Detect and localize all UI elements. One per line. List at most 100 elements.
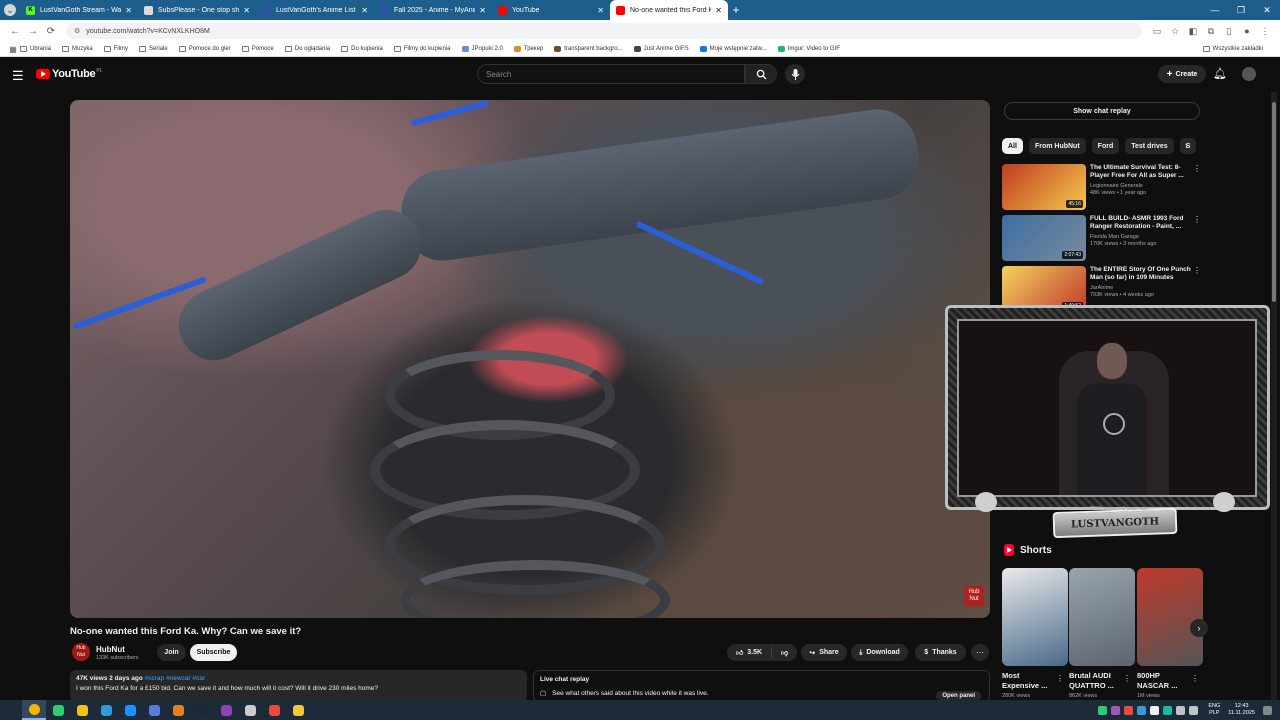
browser-tab[interactable]: No-one wanted this Ford K ✕ (610, 0, 728, 20)
volume-icon[interactable] (1189, 705, 1199, 715)
create-button[interactable]: + Create (1158, 65, 1206, 83)
more-vertical-icon[interactable]: ⋮ (1192, 215, 1202, 261)
chrome-menu-icon[interactable]: ⋮ (1256, 26, 1274, 37)
forward-button[interactable]: → (24, 26, 42, 37)
bookmark-item[interactable]: transparent backgro... (554, 46, 623, 52)
join-button[interactable]: Join (157, 644, 186, 661)
bookmark-item[interactable]: Filmy (103, 46, 128, 52)
filter-chip[interactable]: All (1002, 138, 1023, 154)
video-player[interactable]: Hub Nut (70, 100, 990, 618)
notifications-bell-icon[interactable]: 🔔︎ (1213, 67, 1227, 80)
more-vertical-icon[interactable]: ⋮ (1056, 674, 1064, 683)
profile-avatar[interactable]: ● (1238, 26, 1256, 36)
show-chat-replay-button[interactable]: Show chat replay (1004, 102, 1200, 120)
taskbar-app-app-purple[interactable] (214, 700, 238, 720)
taskbar-app-app-steam[interactable] (190, 700, 214, 720)
tab-close-icon[interactable]: ✕ (597, 6, 604, 15)
bookmark-item[interactable]: Imgur: Video to GIF (777, 46, 840, 52)
video-title[interactable]: The ENTIRE Story Of One Punch Man (so fa… (1090, 266, 1192, 282)
taskbar-app-chrome[interactable] (22, 700, 46, 720)
taskbar-app-app-cyan[interactable] (118, 700, 142, 720)
filter-chip[interactable]: S (1179, 138, 1197, 154)
bookmark-item[interactable]: Do oglądania (284, 46, 330, 52)
bookmark-item[interactable]: Do kupienia (341, 46, 383, 52)
bookmark-item[interactable]: Ubrania (20, 46, 51, 52)
tray-app-icon[interactable] (1111, 705, 1121, 715)
back-button[interactable]: ← (6, 26, 24, 37)
video-thumbnail[interactable]: 2:07:43 (1002, 215, 1086, 261)
bookmark-item[interactable]: Трекер (513, 46, 543, 52)
description-box[interactable]: 47K views 2 days ago #scrap #newcar #car… (70, 670, 527, 702)
apps-grid-icon[interactable]: ▦ (6, 45, 20, 54)
voice-search-button[interactable] (785, 64, 805, 84)
bookmark-item[interactable]: Just Anime GIFS (633, 46, 689, 52)
tab-close-icon[interactable]: ✕ (361, 6, 368, 15)
youtube-logo[interactable]: YouTube PL (36, 68, 102, 80)
bookmark-item[interactable]: Seriale (139, 46, 168, 52)
hashtags[interactable]: #scrap #newcar #car (145, 675, 205, 682)
tab-close-icon[interactable]: ✕ (243, 6, 250, 15)
bookmark-item[interactable]: Pomoce do gier (178, 46, 231, 52)
bookmark-item[interactable]: JPopuki 2.0 (461, 46, 503, 52)
subscribe-button[interactable]: Subscribe (190, 644, 237, 661)
bookmark-item[interactable]: Moje wstępnie zatw... (699, 46, 767, 52)
short-thumbnail[interactable] (1137, 568, 1203, 666)
short-thumbnail[interactable] (1002, 568, 1068, 666)
taskbar-app-app-red[interactable] (262, 700, 286, 720)
page-scrollbar[interactable] (1271, 92, 1277, 700)
more-vertical-icon[interactable]: ⋮ (1191, 674, 1199, 683)
cast-icon[interactable]: ▭ (1148, 26, 1166, 37)
extensions-puzzle-icon[interactable]: ⧉ (1202, 26, 1220, 37)
tray-app-icon[interactable] (1098, 705, 1108, 715)
short-title[interactable]: 800HP NASCAR ... (1137, 671, 1189, 691)
taskbar-app-app-globe[interactable] (142, 700, 166, 720)
video-title[interactable]: FULL BUILD- ASMR 1993 Ford Ranger Restor… (1090, 215, 1192, 231)
channel-name[interactable]: HubNut (96, 645, 125, 654)
taskbar-app-app-orange[interactable] (166, 700, 190, 720)
language-indicator[interactable]: ENG PLP (1208, 703, 1220, 717)
tab-close-icon[interactable]: ✕ (479, 6, 486, 15)
hamburger-menu-icon[interactable]: ☰ (12, 68, 24, 84)
tab-close-icon[interactable]: ✕ (715, 6, 722, 15)
more-vertical-icon[interactable]: ⋮ (1123, 674, 1131, 683)
short-thumbnail[interactable] (1069, 568, 1135, 666)
search-button[interactable] (745, 64, 777, 84)
wifi-icon[interactable] (1176, 705, 1186, 715)
filter-chip[interactable]: Test drives (1125, 138, 1174, 154)
tray-app-icon[interactable] (1163, 705, 1173, 715)
taskbar-app-app-grey[interactable] (238, 700, 262, 720)
browser-tab[interactable]: K LustVanGoth Stream - Watch L✕ (20, 0, 138, 20)
browser-tab[interactable]: YouTube ✕ (492, 0, 610, 20)
like-button[interactable]: 👍︎ 3.5K (727, 647, 772, 658)
filter-chip[interactable]: From HubNut (1028, 138, 1086, 154)
browser-tab[interactable]: SubsPlease - One stop shop fo✕ (138, 0, 256, 20)
taskbar-app-app-blue[interactable] (94, 700, 118, 720)
channel-name[interactable]: JarAnime (1090, 285, 1192, 291)
short-title[interactable]: Brutal AUDI QUATTRO ... (1069, 671, 1121, 691)
new-tab-button[interactable]: + (728, 0, 744, 20)
browser-tab[interactable]: Fall 2025 - Anime - MyAnimeLi ✕ (374, 0, 492, 20)
share-button[interactable]: ↪ Share (801, 644, 847, 661)
channel-name[interactable]: Florida Man Garage (1090, 234, 1192, 240)
shorts-next-button[interactable]: › (1190, 619, 1208, 637)
all-bookmarks[interactable]: Wszystkie zakładki (1202, 46, 1263, 52)
bookmark-item[interactable]: Muzyka (62, 46, 93, 52)
tray-app-icon[interactable] (1137, 705, 1147, 715)
dislike-button[interactable]: 👎︎ (772, 648, 797, 657)
bookmark-item[interactable]: Filmy do kupienia (393, 46, 451, 52)
extension-icon[interactable]: ◧ (1184, 26, 1202, 37)
bookmark-star-icon[interactable]: ☆ (1166, 26, 1184, 37)
account-avatar[interactable] (1242, 67, 1256, 81)
channel-avatar[interactable]: Hub Nut (72, 643, 90, 661)
close-window-button[interactable]: ✕ (1254, 0, 1280, 20)
filter-chip[interactable]: Ford (1091, 138, 1120, 154)
tab-search-button[interactable]: ⌄ (0, 0, 20, 20)
taskbar-app-app-folder[interactable] (286, 700, 310, 720)
url-bar[interactable]: ⚙ youtube.com/watch?v=KCvNXLKHO8M (66, 23, 1142, 39)
tray-app-icon[interactable] (1124, 705, 1134, 715)
recommended-video[interactable]: 45:16 The Ultimate Survival Test: 8-Playe… (1002, 164, 1202, 210)
channel-watermark[interactable]: Hub Nut (964, 586, 984, 606)
chevron-right-icon[interactable]: › (1185, 140, 1188, 150)
scrollbar-thumb[interactable] (1272, 102, 1276, 302)
channel-name[interactable]: Legionnaire Generals (1090, 183, 1192, 189)
